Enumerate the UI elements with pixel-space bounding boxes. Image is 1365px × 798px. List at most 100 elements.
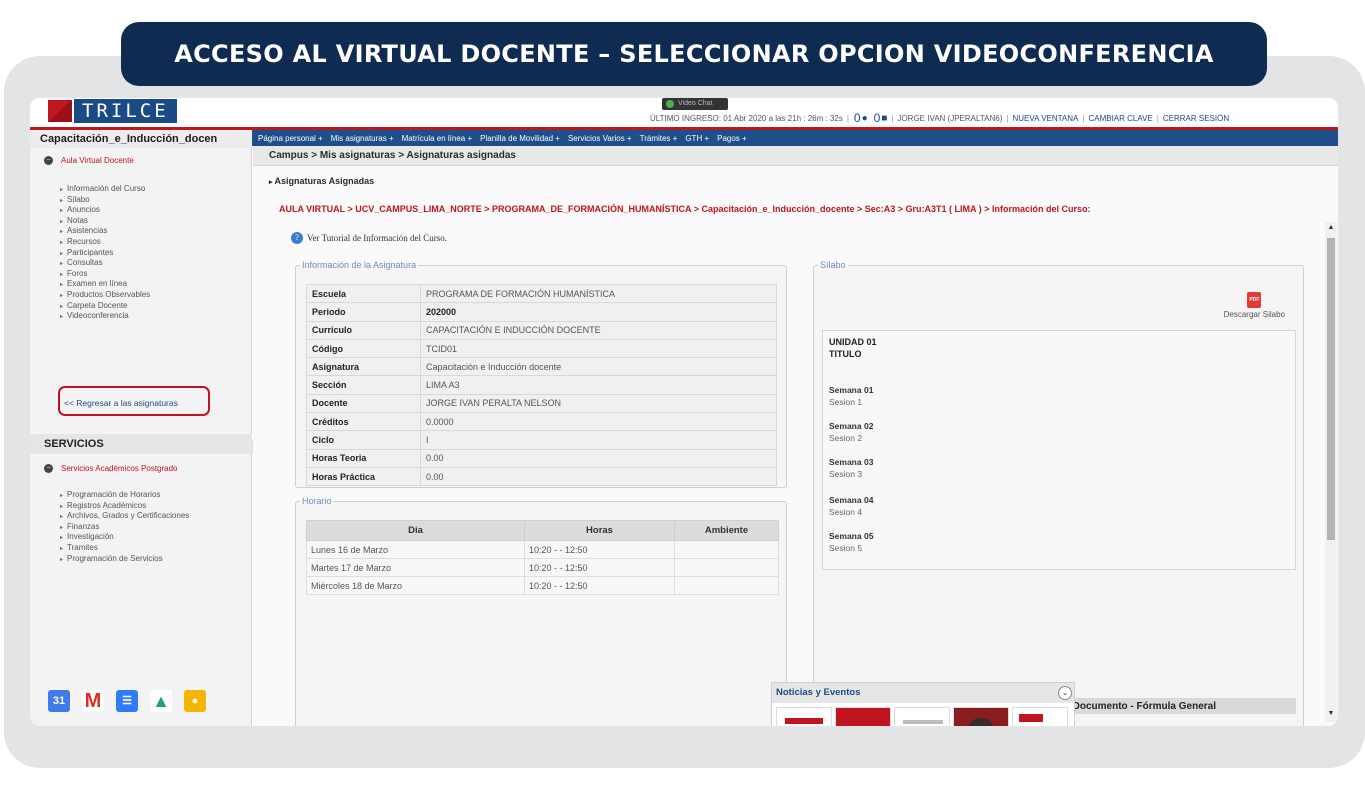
menu-item-finanzas[interactable]: Finanzas — [60, 522, 189, 533]
cell — [674, 540, 779, 559]
pdf-icon[interactable]: PDF — [1247, 292, 1262, 308]
info-key: Sección — [306, 375, 421, 395]
info-key: Docente — [306, 393, 421, 414]
collapse-icon[interactable]: – — [44, 464, 53, 473]
menu-item-anuncios[interactable]: Anuncios — [60, 205, 150, 216]
tutorial-link[interactable]: ? Ver Tutorial de Información del Curso. — [291, 232, 447, 244]
session-label: Sesion 3 — [829, 469, 863, 479]
nav-gth[interactable]: GTH + — [685, 134, 709, 143]
table-row: Sección LIMA A3 — [306, 375, 777, 395]
info-value: CAPACITACIÓN E INDUCCIÓN DOCENTE — [420, 320, 777, 340]
calendar-icon[interactable]: 31 — [48, 690, 70, 712]
scroll-down-icon[interactable]: ▼ — [1325, 710, 1337, 717]
news-thumb[interactable] — [776, 707, 832, 726]
menu-item-videoconferencia[interactable]: Videoconferencia — [60, 311, 150, 322]
menu-item-investigacion[interactable]: Investigación — [60, 532, 189, 543]
menu-item-informacion[interactable]: Información del Curso — [60, 184, 150, 195]
new-window-link[interactable]: NUEVA VENTANA — [1012, 114, 1078, 123]
nav-tramites[interactable]: Trámites + — [640, 134, 678, 143]
info-value: JORGE IVAN PERALTA NELSON — [420, 393, 777, 414]
nav-pagos[interactable]: Pagos + — [717, 134, 747, 143]
info-value: 0.00 — [420, 466, 777, 487]
menu-item-participantes[interactable]: Participantes — [60, 248, 150, 259]
cell: 10:20 - - 12:50 — [524, 558, 675, 577]
keep-icon[interactable]: ● — [184, 690, 206, 712]
drive-icon[interactable]: ▲ — [150, 690, 172, 712]
services-menu: Programación de Horarios Registros Acadé… — [60, 490, 189, 564]
news-thumb[interactable] — [894, 707, 950, 726]
course-info-fieldset: Información de la Asignatura Escuela PROG… — [295, 260, 787, 488]
table-row: Miércoles 18 de Marzo 10:20 - - 12:50 — [306, 576, 779, 595]
aula-virtual-heading[interactable]: – Aula Virtual Docente — [44, 156, 134, 165]
docs-icon[interactable]: ☰ — [116, 690, 138, 712]
news-thumb[interactable] — [835, 707, 891, 726]
unit-title: TITULO — [829, 349, 862, 359]
collapse-icon[interactable]: – — [44, 156, 53, 165]
trilce-logo[interactable]: TRILCE — [48, 98, 177, 124]
menu-item-productos[interactable]: Productos Observables — [60, 290, 150, 301]
cell: Martes 17 de Marzo — [306, 558, 525, 577]
servicios-academicos-heading[interactable]: – Servicios Académicos Postgrado — [44, 464, 178, 473]
scroll-up-icon[interactable]: ▲ — [1325, 224, 1337, 231]
table-row: Martes 17 de Marzo 10:20 - - 12:50 — [306, 558, 779, 577]
breadcrumb: Campus > Mis asignaturas > Asignaturas a… — [253, 146, 1338, 166]
menu-item-registros[interactable]: Registros Académicos — [60, 501, 189, 512]
syllabus-fieldset: Sílabo PDF Descargar Silabo UNIDAD 01 TI… — [813, 260, 1304, 726]
vertical-scrollbar[interactable]: ▲ ▼ — [1325, 222, 1337, 722]
title-banner: ACCESO AL VIRTUAL DOCENTE – SELECCIONAR … — [121, 22, 1267, 86]
nav-planilla-movilidad[interactable]: Planilla de Movilidad + — [480, 134, 560, 143]
info-key: Horas Práctica — [306, 466, 421, 487]
users-count[interactable]: 0 — [854, 111, 861, 125]
news-thumb[interactable] — [953, 707, 1009, 726]
menu-item-consultas[interactable]: Consultas — [60, 258, 150, 269]
schedule-table: Dia Horas Ambiente Lunes 16 de Marzo 10:2… — [306, 520, 779, 595]
tutorial-label[interactable]: Ver Tutorial de Información del Curso. — [307, 233, 447, 243]
nav-pagina-personal[interactable]: Página personal + — [258, 134, 323, 143]
download-syllabus-button[interactable]: PDF Descargar Silabo — [1224, 292, 1285, 319]
menu-item-notas[interactable]: Notas — [60, 216, 150, 227]
scroll-thumb[interactable] — [1327, 238, 1335, 540]
info-value: 0.00 — [420, 448, 777, 468]
help-icon[interactable]: ? — [291, 232, 303, 244]
info-key: Código — [306, 338, 421, 359]
info-key: Horas Teoria — [306, 448, 421, 468]
video-chat-button[interactable]: Video Chat — [662, 98, 728, 110]
course-info-table: Escuela PROGRAMA DE FORMACIÓN HUMANÍSTICA… — [306, 283, 777, 487]
week-label: Semana 03 — [829, 457, 874, 467]
week-label: Semana 01 — [829, 385, 874, 395]
info-value: Capacitación e Inducción docente — [420, 357, 777, 377]
videoconferencia-highlight — [58, 386, 210, 416]
section-subtitle[interactable]: Asignaturas Asignadas — [269, 176, 374, 186]
menu-item-programacion-horarios[interactable]: Programación de Horarios — [60, 490, 189, 501]
table-row: Código TCID01 — [306, 338, 777, 359]
menu-item-archivos[interactable]: Archivos, Grados y Certificaciones — [60, 511, 189, 522]
news-thumb[interactable] — [1012, 707, 1068, 726]
users-icon[interactable]: ● — [862, 113, 868, 124]
nav-matricula[interactable]: Matrícula en línea + — [402, 134, 472, 143]
chat-icon[interactable]: ■ — [881, 113, 887, 124]
nav-mis-asignaturas[interactable]: Mis asignaturas + — [331, 134, 394, 143]
course-info-legend: Información de la Asignatura — [302, 260, 417, 270]
menu-item-recursos[interactable]: Recursos — [60, 237, 150, 248]
info-value: I — [420, 430, 777, 450]
gmail-icon[interactable]: M — [82, 690, 104, 712]
main-content: Campus > Mis asignaturas > Asignaturas a… — [253, 146, 1338, 726]
cell: 10:20 - - 12:50 — [524, 576, 675, 595]
session-label: Sesion 5 — [829, 543, 863, 553]
menu-item-programacion-servicios[interactable]: Programación de Servicios — [60, 554, 189, 565]
session-label: Sesion 2 — [829, 433, 863, 443]
logout-link[interactable]: CERRAR SESIÓN — [1163, 114, 1229, 123]
change-password-link[interactable]: CAMBIAR CLAVE — [1088, 114, 1152, 123]
messages-count[interactable]: 0 — [874, 111, 881, 125]
menu-item-tramites[interactable]: Tramites — [60, 543, 189, 554]
week-label: Semana 04 — [829, 495, 874, 505]
nav-servicios-varios[interactable]: Servicios Varios + — [568, 134, 632, 143]
cell: 10:20 - - 12:50 — [524, 540, 675, 559]
menu-item-foros[interactable]: Foros — [60, 269, 150, 280]
menu-item-silabo[interactable]: Sílabo — [60, 195, 150, 206]
menu-item-carpeta[interactable]: Carpeta Docente — [60, 301, 150, 312]
menu-item-examen[interactable]: Examen en línea — [60, 279, 150, 290]
menu-item-asistencias[interactable]: Asistencias — [60, 226, 150, 237]
download-label[interactable]: Descargar Silabo — [1224, 310, 1285, 319]
chevron-down-icon[interactable]: ⌄ — [1058, 686, 1072, 700]
